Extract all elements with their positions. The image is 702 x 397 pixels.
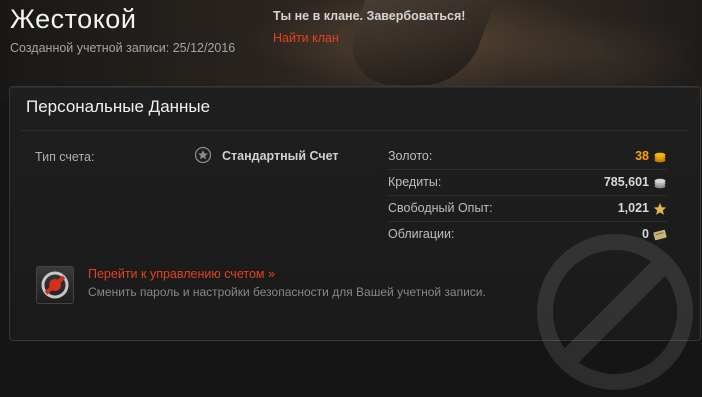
bonds-label: Облигации: [388,227,455,241]
gold-value: 38 [635,149,649,163]
player-name: Жестокой [10,4,137,34]
credits-icon [654,178,666,189]
credits-value: 785,601 [603,175,649,189]
manage-account-link[interactable]: Перейти к управлению счетом » [88,267,275,281]
resource-row-gold: Золото: 38 [388,145,667,170]
wargaming-watermark-icon [537,234,693,390]
manage-account-description: Сменить пароль и настройки безопасности … [88,285,486,299]
account-type-value: Стандартный Счет [222,149,339,163]
personal-data-panel: Персональные Данные Тип счета: Стандартн… [9,86,701,390]
resource-row-free-xp: Свободный Опыт: 1,021 [388,197,667,222]
resource-row-credits: Кредиты: 785,601 [388,171,667,196]
account-created-date: Созданной учетной записи: 25/12/2016 [10,41,236,55]
standard-account-icon [194,146,212,164]
panel-divider [20,130,690,131]
clan-status-text: Ты не в клане. Завербоваться! [273,9,466,23]
gold-coins-icon [654,152,666,163]
gold-label: Золото: [388,149,433,163]
find-clan-link[interactable]: Найти клан [273,31,339,45]
free-xp-label: Свободный Опыт: [388,201,493,215]
panel-title: Персональные Данные [26,97,211,116]
wargaming-logo-icon [36,266,74,304]
free-xp-star-icon [653,203,667,215]
free-xp-value: 1,021 [617,201,649,215]
account-type-label: Тип счета: [35,150,95,164]
credits-label: Кредиты: [388,175,442,189]
